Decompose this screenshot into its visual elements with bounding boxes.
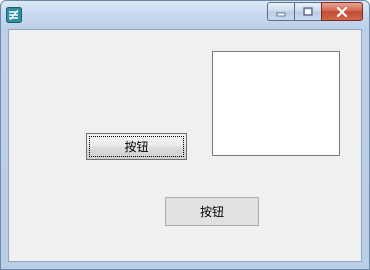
close-button[interactable] xyxy=(321,2,363,21)
static-box xyxy=(212,51,340,156)
minimize-icon xyxy=(276,2,286,21)
title-bar[interactable] xyxy=(1,1,369,29)
caption-buttons xyxy=(267,2,363,22)
minimize-button[interactable] xyxy=(267,2,294,21)
client-area: 按钮 按钮 xyxy=(8,29,362,262)
dialog-window: 按钮 按钮 xyxy=(0,0,370,270)
secondary-button[interactable]: 按钮 xyxy=(165,197,259,226)
primary-button[interactable]: 按钮 xyxy=(86,133,187,160)
app-icon[interactable] xyxy=(6,7,22,23)
maximize-button[interactable] xyxy=(294,2,321,21)
close-icon xyxy=(336,2,348,21)
focus-ring xyxy=(89,136,184,157)
secondary-button-label: 按钮 xyxy=(199,205,224,219)
maximize-icon xyxy=(302,2,314,21)
